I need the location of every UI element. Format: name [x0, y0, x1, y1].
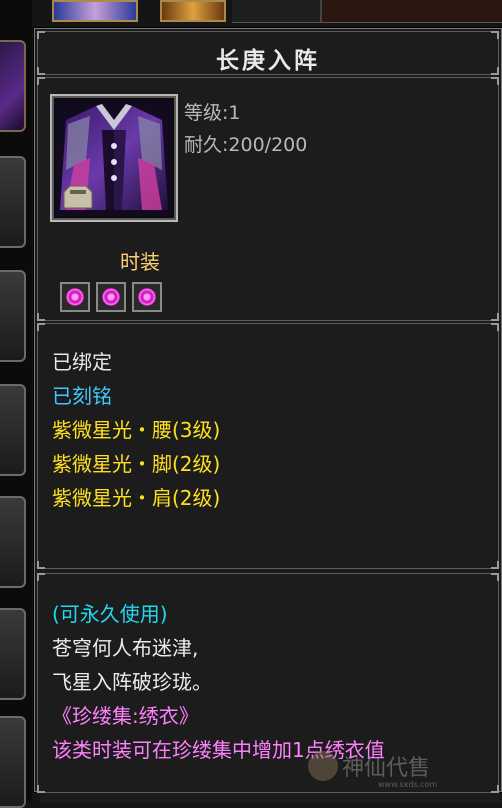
inventory-slot[interactable]	[0, 156, 26, 248]
gem-sockets	[60, 282, 162, 312]
item-name: 长庚入阵	[216, 48, 320, 74]
collection-name: 《珍缕集:绣衣》	[52, 704, 199, 728]
set-bonus: 紫微星光・腰(3级)	[52, 418, 221, 442]
costume-icon	[50, 94, 178, 222]
inventory-slot[interactable]	[0, 270, 26, 362]
purple-gem-icon	[60, 282, 90, 312]
set-bonus: 紫微星光・肩(2级)	[52, 486, 221, 510]
inventory-sidebar	[0, 0, 32, 808]
set-bonus: 紫微星光・脚(2级)	[52, 452, 221, 476]
usage-duration: (可永久使用)	[52, 602, 168, 626]
item-category: 时装	[120, 250, 160, 274]
purple-gem-icon	[96, 282, 126, 312]
inventory-slot[interactable]	[0, 384, 26, 476]
item-info-section: 等级:1 耐久:200/200 时装	[37, 77, 499, 321]
engraved-status: 已刻铭	[52, 384, 112, 408]
inventory-slot[interactable]	[0, 608, 26, 700]
bound-status: 已绑定	[52, 350, 112, 374]
item-thumbnail[interactable]	[160, 0, 226, 22]
top-bar	[232, 0, 502, 23]
inventory-slot[interactable]	[0, 716, 26, 808]
watermark: 神仙代售	[308, 750, 430, 782]
flavor-text-line: 苍穹何人布迷津,	[52, 636, 199, 660]
item-tooltip: 长庚入阵 等级:1 耐久:200/200 时装 已绑定 已刻铭 紫微星光・腰(3…	[33, 27, 502, 793]
inventory-slot[interactable]	[0, 496, 26, 588]
tooltip-header: 长庚入阵	[37, 31, 499, 75]
inventory-slot[interactable]	[0, 40, 26, 132]
purple-gem-icon	[132, 282, 162, 312]
bottom-bar	[40, 792, 502, 803]
attributes-section: 已绑定 已刻铭 紫微星光・腰(3级) 紫微星光・脚(2级) 紫微星光・肩(2级)	[37, 323, 499, 569]
item-level: 等级:1	[184, 102, 241, 124]
flavor-text-line: 飞星入阵破珍珑。	[52, 670, 212, 694]
watermark-text: 神仙代售	[342, 756, 431, 781]
item-durability: 耐久:200/200	[184, 134, 308, 156]
watermark-logo-icon	[308, 751, 338, 781]
item-thumbnail[interactable]	[52, 0, 138, 22]
watermark-url: www.sxds.com	[378, 780, 438, 789]
